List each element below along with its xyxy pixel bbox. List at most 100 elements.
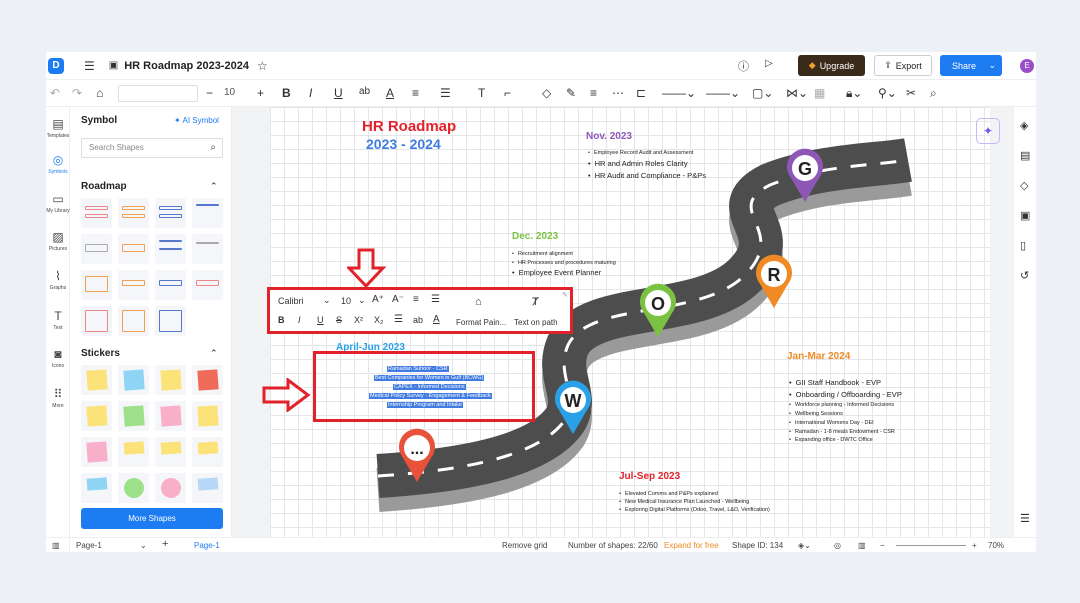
more-tools-icon[interactable]: ⚲⌄ <box>878 86 897 100</box>
page-select[interactable]: Page-1 <box>76 541 102 550</box>
italic-icon[interactable]: I <box>309 86 312 100</box>
strikethrough-icon[interactable]: S <box>336 315 342 325</box>
roadmap-thumb[interactable] <box>155 234 186 264</box>
format-painter-icon[interactable]: ⌂ <box>475 296 482 308</box>
apr-item-selected[interactable]: CAPEX - Informed Decisions <box>393 384 466 390</box>
italic-icon[interactable]: I <box>298 315 301 325</box>
text-on-path-button[interactable]: Text on path <box>514 318 558 327</box>
sticker-thumb[interactable] <box>192 401 223 431</box>
decrease-font-icon[interactable]: − <box>206 86 213 100</box>
play-icon[interactable]: ▷ <box>765 58 773 69</box>
diagram-title[interactable]: HR Roadmap <box>362 118 456 135</box>
roadmap-thumb[interactable] <box>118 306 149 336</box>
add-page-icon[interactable]: + <box>162 538 168 550</box>
underline-icon[interactable]: U <box>334 86 343 100</box>
flip-icon[interactable]: ⋈⌄ <box>786 86 808 100</box>
roadmap-thumb[interactable] <box>118 234 149 264</box>
dec-title[interactable]: Dec. 2023 <box>512 231 558 242</box>
roadmap-thumb[interactable] <box>155 198 186 228</box>
line-end-select[interactable]: ——⌄ <box>706 86 740 100</box>
section-roadmap[interactable]: Roadmap <box>81 181 127 192</box>
apr-item-selected[interactable]: Internship Program and Intake <box>387 402 463 408</box>
sticker-thumb[interactable] <box>155 401 186 431</box>
page-tab[interactable]: Page-1 <box>194 541 220 550</box>
presentation-icon[interactable]: ▣ <box>1020 209 1030 222</box>
font-size-select[interactable]: 10 <box>220 85 250 102</box>
roadmap-thumb[interactable] <box>81 306 112 336</box>
expand-link[interactable]: Expand for free <box>664 541 719 550</box>
sticker-thumb[interactable] <box>81 473 112 503</box>
shadow-icon[interactable]: ▢⌄ <box>752 86 773 100</box>
jan-title[interactable]: Jan-Mar 2024 <box>787 351 850 362</box>
decrease-font-icon[interactable]: A⁻ <box>392 294 404 305</box>
bold-icon[interactable]: B <box>278 315 285 325</box>
underline-icon[interactable]: U <box>317 315 324 325</box>
line-weight-icon[interactable]: ≡ <box>590 86 597 100</box>
fill-icon[interactable]: ◇ <box>542 86 551 100</box>
rail-templates[interactable]: ▤ Templates <box>46 117 70 139</box>
roadmap-thumb[interactable] <box>118 270 149 300</box>
chevron-down-icon[interactable]: ⌄ <box>358 295 366 306</box>
sticker-thumb[interactable] <box>155 365 186 395</box>
arrow-icon[interactable]: ⊏ <box>636 86 646 100</box>
format-painter-button[interactable]: Format Pain... <box>456 318 506 327</box>
page-layout-icon[interactable]: ▥ <box>52 541 60 550</box>
sticker-thumb[interactable] <box>192 473 223 503</box>
increase-font-icon[interactable]: + <box>257 86 264 100</box>
edit-icon[interactable]: ▤ <box>1020 149 1030 162</box>
rail-more[interactable]: ⠿ More <box>46 387 70 409</box>
replace-icon[interactable]: ⌕ <box>930 86 937 101</box>
rail-symbols[interactable]: ◎ Symbols <box>46 153 70 175</box>
search-icon[interactable]: ⌕ <box>210 142 216 153</box>
increase-font-icon[interactable]: A⁺ <box>372 294 384 305</box>
layers-icon[interactable]: ◈⌄ <box>798 541 811 550</box>
floating-font-select[interactable]: Calibri <box>278 296 304 306</box>
rail-icons[interactable]: ◙ Icons <box>46 347 70 369</box>
remove-grid-button[interactable]: Remove grid <box>502 541 547 550</box>
more-shapes-button[interactable]: More Shapes <box>81 508 223 529</box>
strikethrough-icon[interactable]: ab <box>359 86 370 97</box>
sticker-thumb[interactable] <box>118 401 149 431</box>
format-painter-icon[interactable]: ⌂ <box>96 86 103 100</box>
search-shapes-input[interactable]: Search Shapes ⌕ <box>81 138 223 158</box>
zoom-level[interactable]: 70% <box>988 541 1004 550</box>
chevron-down-icon[interactable]: ⌄ <box>323 295 331 306</box>
diagram-subtitle[interactable]: 2023 - 2024 <box>366 136 441 152</box>
pin-dots[interactable]: ... <box>397 428 437 484</box>
font-family-select[interactable] <box>118 85 198 102</box>
roadmap-thumb[interactable] <box>81 270 112 300</box>
sticker-thumb[interactable] <box>155 473 186 503</box>
ai-symbol-button[interactable]: ✦ AI Symbol <box>174 116 219 125</box>
sticker-thumb[interactable] <box>81 401 112 431</box>
apr-item-selected[interactable]: Ramadan Suhoor - CSR <box>387 366 449 372</box>
pin-w[interactable]: W <box>553 380 593 436</box>
roadmap-thumb[interactable] <box>81 234 112 264</box>
pin-toolbar-icon[interactable]: ✎ <box>562 291 568 299</box>
font-color-icon[interactable]: A <box>433 314 440 325</box>
find-icon[interactable]: ✂︎ <box>906 86 916 100</box>
settings-icon[interactable]: ☰ <box>1020 512 1030 525</box>
share-button[interactable]: Share ⌄ <box>940 55 1002 76</box>
subscript-icon[interactable]: X₂ <box>374 315 384 325</box>
document-title[interactable]: HR Roadmap 2023-2024 <box>124 60 249 72</box>
sticker-thumb[interactable] <box>118 365 149 395</box>
align-icon[interactable]: ≡ <box>412 86 419 100</box>
text-icon[interactable]: T <box>478 86 485 100</box>
rail-graphs[interactable]: ⌇ Graphs <box>46 269 70 291</box>
chevron-down-icon[interactable]: ⌄ <box>140 541 147 550</box>
avatar[interactable]: E <box>1020 59 1034 73</box>
line-spacing-icon[interactable]: ☰ <box>431 294 440 305</box>
font-color-icon[interactable]: A <box>386 86 394 100</box>
sticker-thumb[interactable] <box>118 473 149 503</box>
style-icon[interactable]: ◇ <box>1020 179 1028 192</box>
pin-o[interactable]: O <box>638 283 678 339</box>
chevron-down-icon[interactable]: ⌄ <box>988 60 996 71</box>
roadmap-thumb[interactable] <box>192 234 223 264</box>
rail-pictures[interactable]: ▨ Pictures <box>46 230 70 252</box>
nov-title[interactable]: Nov. 2023 <box>586 131 632 142</box>
roadmap-thumb[interactable] <box>192 198 223 228</box>
sticker-thumb[interactable] <box>155 437 186 467</box>
apr-item-selected[interactable]: Medical Policy Survey - Engagement & Fee… <box>369 393 492 399</box>
roadmap-thumb[interactable] <box>192 270 223 300</box>
star-icon[interactable]: ☆ <box>257 59 268 73</box>
